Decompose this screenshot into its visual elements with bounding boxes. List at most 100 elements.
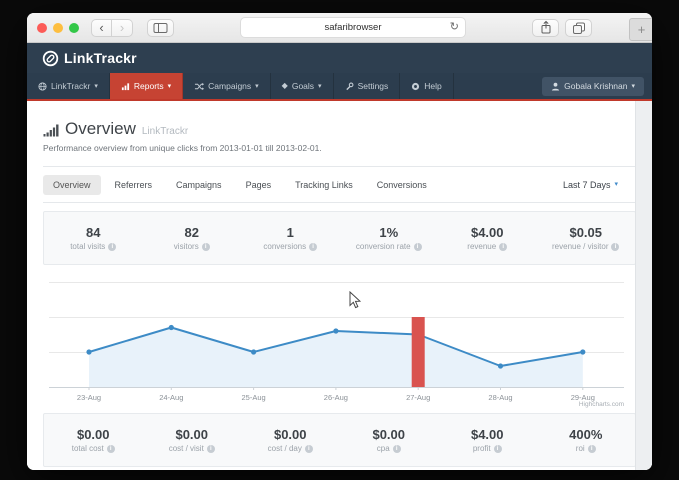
- minimize-window-button[interactable]: [53, 23, 63, 33]
- back-button[interactable]: ‹: [91, 19, 112, 37]
- stats-band-bottom: $0.00 total costi $0.00 cost / visiti $0…: [43, 413, 636, 467]
- nav-item-settings[interactable]: Settings: [334, 73, 401, 99]
- chevron-down-icon: ▾: [614, 181, 618, 188]
- chevron-down-icon: ▾: [94, 83, 98, 90]
- stat-value: 1%: [379, 225, 398, 240]
- tab-campaigns[interactable]: Campaigns: [166, 175, 232, 195]
- nav-item-label: LinkTrackr: [51, 81, 90, 91]
- plus-icon: +: [638, 22, 646, 37]
- page-content: Overview LinkTrackr Performance overview…: [27, 101, 652, 470]
- stat-label: cost / visit: [169, 444, 204, 453]
- tab-pages[interactable]: Pages: [236, 175, 282, 195]
- stat-label: cost / day: [268, 444, 302, 453]
- nav-item-campaigns[interactable]: Campaigns ▾: [183, 73, 271, 99]
- stat-cost-per-day: $0.00 cost / dayi: [241, 414, 340, 466]
- stat-label: roi: [576, 444, 585, 453]
- stat-label: total visits: [70, 242, 105, 251]
- svg-text:Highcharts.com: Highcharts.com: [579, 401, 624, 408]
- info-icon[interactable]: i: [611, 243, 619, 251]
- user-icon: [551, 82, 560, 91]
- nav-item-reports[interactable]: Reports ▾: [110, 73, 183, 99]
- nav-item-goals[interactable]: ◆ Goals ▾: [271, 73, 334, 99]
- info-icon[interactable]: i: [393, 445, 401, 453]
- nav-item-linktrackr[interactable]: LinkTrackr ▾: [27, 73, 110, 99]
- stat-cpa: $0.00 cpai: [340, 414, 439, 466]
- stat-value: 1: [287, 225, 294, 240]
- info-icon[interactable]: i: [107, 445, 115, 453]
- info-icon[interactable]: i: [588, 445, 596, 453]
- zoom-window-button[interactable]: [69, 23, 79, 33]
- page-subtitle: Performance overview from unique clicks …: [43, 143, 636, 153]
- user-name: Gobala Krishnan: [564, 81, 627, 91]
- page-title-brand: LinkTrackr: [142, 126, 188, 139]
- info-icon[interactable]: i: [414, 243, 422, 251]
- nav-item-help[interactable]: Help: [400, 73, 453, 99]
- tab-conversions[interactable]: Conversions: [367, 175, 437, 195]
- overview-chart-icon: [43, 122, 59, 137]
- svg-text:25-Aug: 25-Aug: [242, 393, 266, 402]
- site-logo-text[interactable]: LinkTrackr: [64, 50, 137, 66]
- stats-band-top: 84 total visitsi 82 visitorsi 1 conversi…: [43, 211, 636, 265]
- diamond-icon: ◆: [282, 82, 288, 90]
- back-icon: ‹: [99, 21, 103, 34]
- stat-conversion-rate: 1% conversion ratei: [340, 212, 439, 264]
- new-tab-button[interactable]: +: [629, 18, 652, 41]
- tab-overview-button[interactable]: [565, 19, 592, 37]
- mouse-cursor: [349, 291, 361, 309]
- forward-button[interactable]: ›: [112, 19, 133, 37]
- chevron-down-icon: ▾: [255, 83, 259, 90]
- chevron-down-icon: ▾: [168, 83, 172, 90]
- stat-revenue: $4.00 revenuei: [438, 212, 537, 264]
- stat-value: $0.00: [274, 427, 307, 442]
- bar-chart-icon: [121, 82, 130, 91]
- stat-roi: 400% roii: [537, 414, 636, 466]
- info-icon[interactable]: i: [499, 243, 507, 251]
- tab-tracking-links[interactable]: Tracking Links: [285, 175, 363, 195]
- stat-value: $4.00: [471, 225, 504, 240]
- info-icon[interactable]: i: [309, 243, 317, 251]
- site-header: LinkTrackr: [27, 43, 652, 73]
- stat-profit: $4.00 profiti: [438, 414, 537, 466]
- stat-label: revenue / visitor: [552, 242, 608, 251]
- nav-item-label: Reports: [134, 81, 164, 91]
- stat-label: total cost: [72, 444, 104, 453]
- stat-revenue-per-visitor: $0.05 revenue / visitori: [537, 212, 636, 264]
- tabs-icon: [572, 21, 586, 35]
- info-icon[interactable]: i: [108, 243, 116, 251]
- linktrackr-logo-icon: [42, 50, 59, 67]
- user-menu[interactable]: Gobala Krishnan ▾: [542, 77, 644, 96]
- nav-item-label: Campaigns: [208, 81, 251, 91]
- share-button[interactable]: [532, 19, 559, 37]
- stat-cost-per-visit: $0.00 cost / visiti: [143, 414, 242, 466]
- info-icon[interactable]: i: [207, 445, 215, 453]
- tab-overview[interactable]: Overview: [43, 175, 101, 195]
- sidebar-icon: [153, 22, 168, 34]
- stat-value: $0.05: [569, 225, 602, 240]
- nav-item-label: Settings: [358, 81, 389, 91]
- forward-icon: ›: [120, 21, 124, 34]
- address-bar[interactable]: safaribrowser ↻: [240, 17, 466, 38]
- close-window-button[interactable]: [37, 23, 47, 33]
- info-icon[interactable]: i: [202, 243, 210, 251]
- chevron-down-icon: ▾: [318, 83, 322, 90]
- browser-window: ‹ › safaribrowser ↻ +: [27, 13, 652, 470]
- date-range-selector[interactable]: Last 7 Days ▾: [563, 180, 636, 190]
- info-icon[interactable]: i: [494, 445, 502, 453]
- titlebar: ‹ › safaribrowser ↻ +: [27, 13, 652, 43]
- chart-panel: 23-Aug24-Aug25-Aug26-Aug27-Aug28-Aug29-A…: [43, 269, 636, 409]
- date-range-label: Last 7 Days: [563, 180, 611, 190]
- scrollbar-gutter: [635, 101, 652, 470]
- stat-value: 84: [86, 225, 100, 240]
- refresh-icon[interactable]: ↻: [450, 22, 459, 33]
- overview-chart[interactable]: 23-Aug24-Aug25-Aug26-Aug27-Aug28-Aug29-A…: [43, 269, 636, 409]
- stat-value: $0.00: [77, 427, 110, 442]
- info-icon[interactable]: i: [305, 445, 313, 453]
- svg-text:26-Aug: 26-Aug: [324, 393, 348, 402]
- sidebar-toggle-button[interactable]: [147, 19, 174, 37]
- stat-value: $4.00: [471, 427, 504, 442]
- stat-value: $0.00: [175, 427, 208, 442]
- tab-referrers[interactable]: Referrers: [105, 175, 163, 195]
- stat-value: 400%: [569, 427, 602, 442]
- stat-label: profit: [473, 444, 491, 453]
- wrench-icon: [345, 82, 354, 91]
